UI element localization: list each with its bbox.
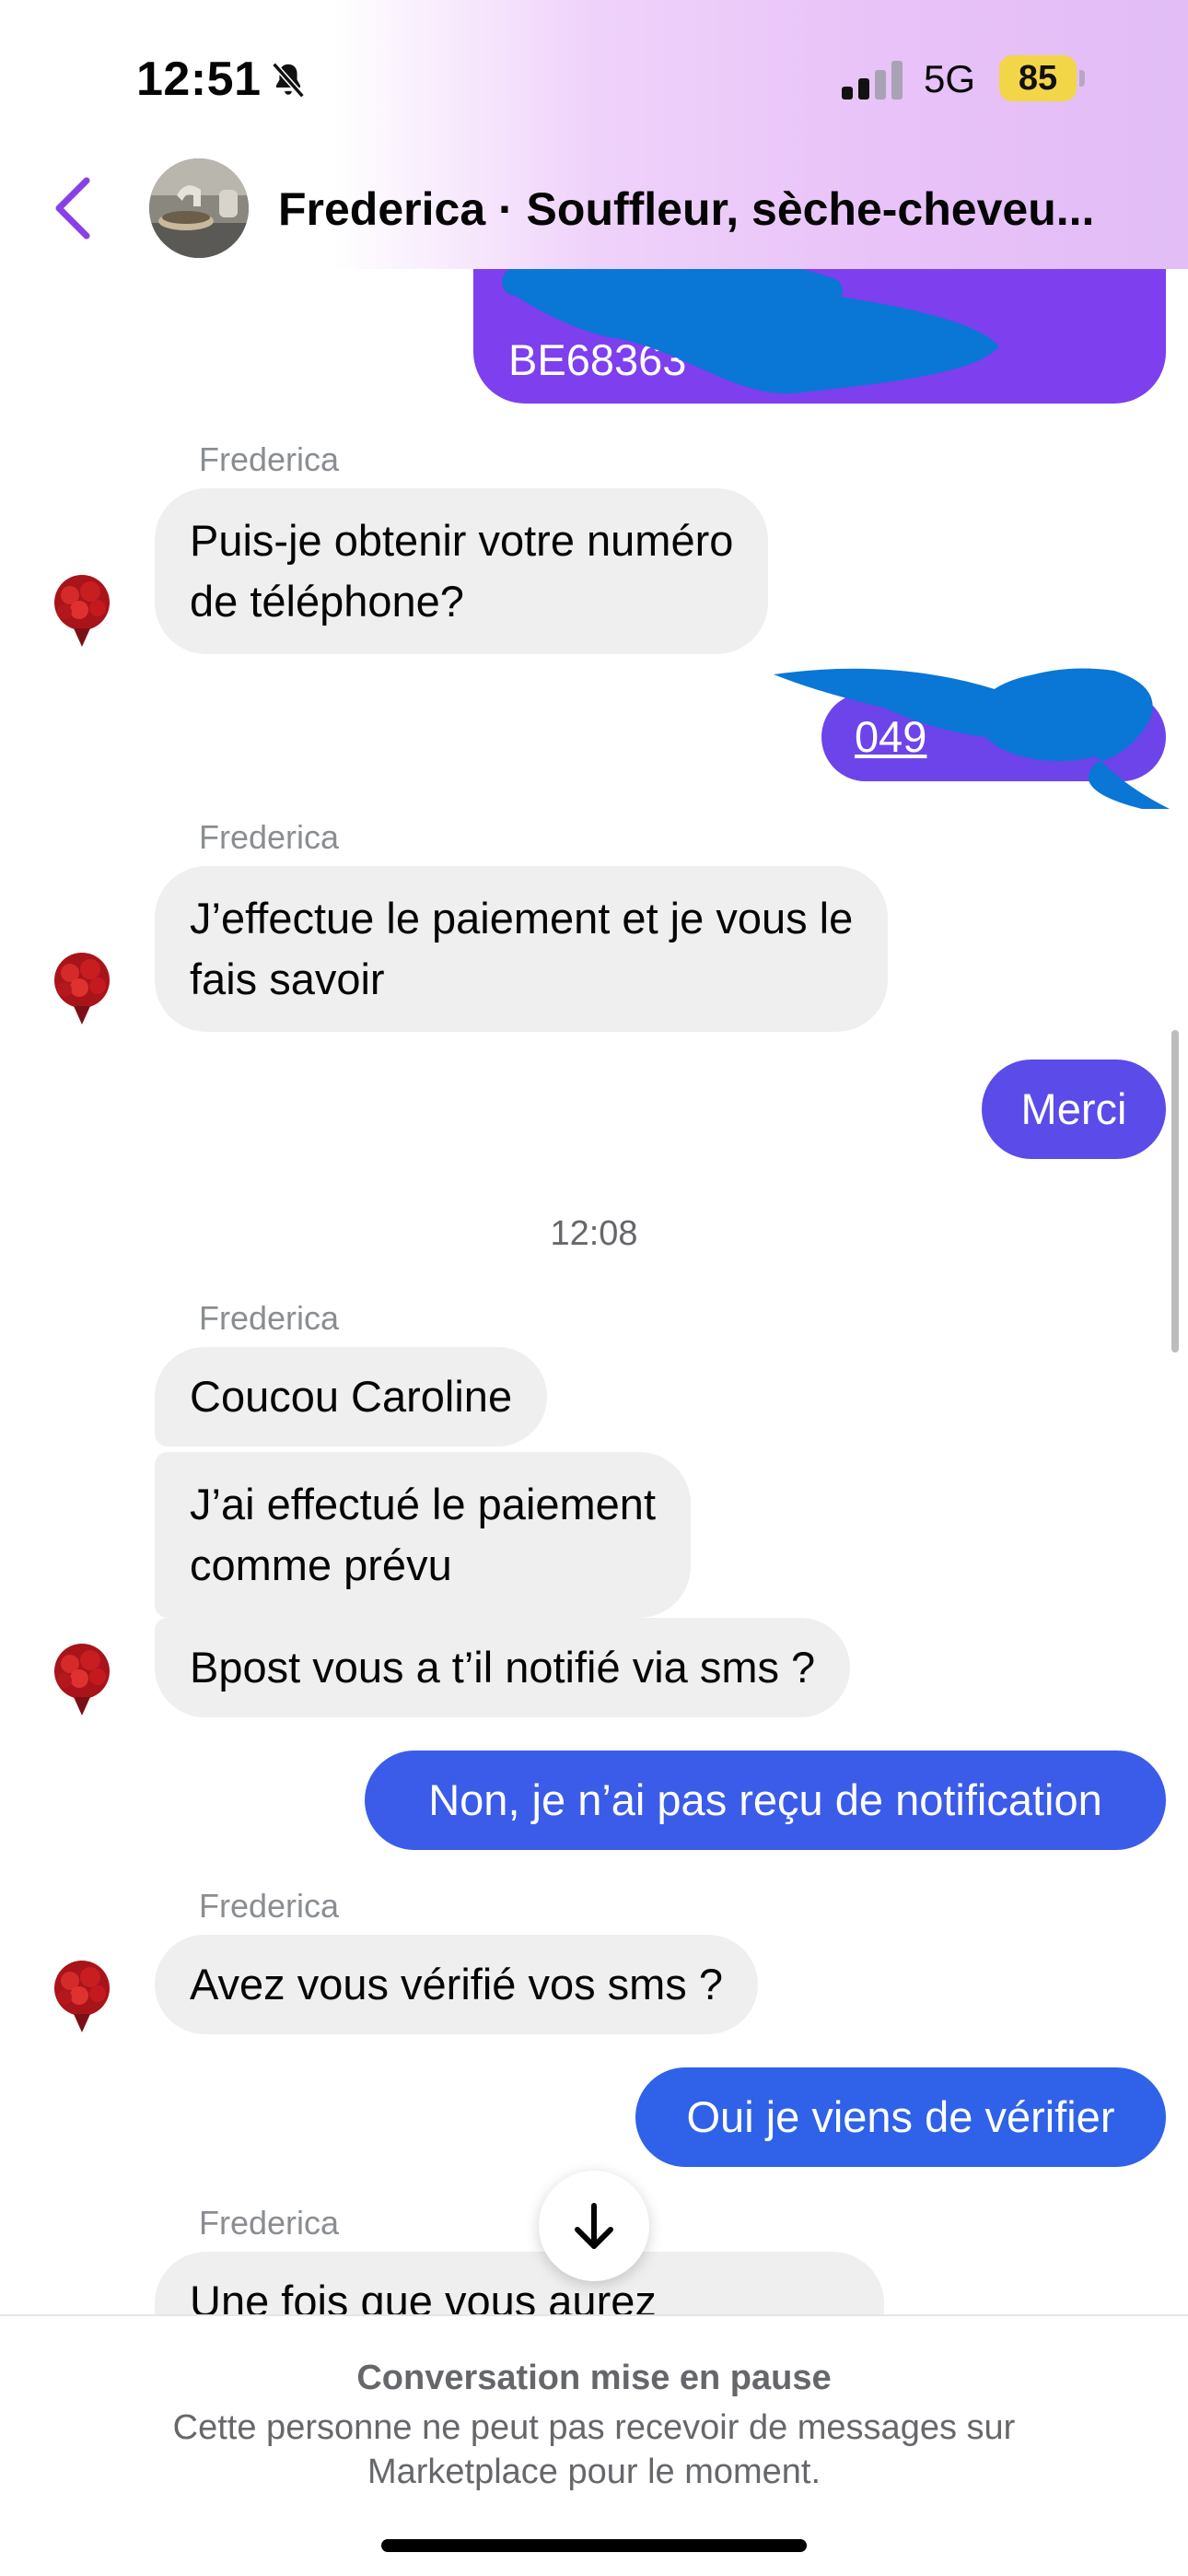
- message-text-line: de téléphone?: [190, 577, 464, 626]
- status-time: 12:51: [136, 53, 262, 106]
- rose-avatar-icon[interactable]: [42, 1955, 122, 2034]
- chevron-left-icon[interactable]: [50, 173, 96, 243]
- message-text: Merci: [1020, 1084, 1127, 1133]
- scrollbar[interactable]: [1171, 1030, 1179, 1352]
- rose-avatar-icon[interactable]: [42, 569, 122, 649]
- message-text: Oui je viens de vérifier: [686, 2092, 1115, 2141]
- sender-name: Frederica: [199, 1299, 340, 1337]
- avatar[interactable]: [149, 158, 249, 258]
- message-text: Bpost vous a t’il notifié via sms ?: [190, 1643, 816, 1692]
- rose-avatar-icon[interactable]: [42, 947, 122, 1026]
- incoming-message[interactable]: J’ai effectué le paiement comme prévu: [155, 1452, 692, 1618]
- battery-indicator: 85: [999, 55, 1077, 101]
- paused-description-line: Cette personne ne peut pas recevoir de m…: [172, 2408, 1016, 2447]
- incoming-message[interactable]: Coucou Caroline: [155, 1347, 548, 1446]
- message-text-line: comme prévu: [190, 1540, 452, 1589]
- redaction-scribble: [502, 254, 999, 394]
- message-text-line: J’effectue le paiement et je vous le: [190, 894, 854, 943]
- sender-name: Frederica: [199, 1887, 340, 1925]
- rose-avatar-icon[interactable]: [42, 1638, 122, 1717]
- paused-title: Conversation mise en pause: [356, 2359, 832, 2397]
- incoming-message[interactable]: Bpost vous a t’il notifié via sms ?: [155, 1618, 851, 1717]
- redaction-scribble: [774, 668, 1170, 809]
- timestamp-separator: 12:08: [550, 1214, 638, 1253]
- bell-slash-icon: [272, 62, 305, 99]
- sender-name: Frederica: [199, 2204, 340, 2242]
- signal-icon: [842, 61, 903, 100]
- message-text-line: Puis-je obtenir votre numéro: [190, 516, 734, 565]
- message-text: Coucou Caroline: [190, 1372, 513, 1421]
- paused-description-line: Marketplace pour le moment.: [367, 2453, 821, 2491]
- incoming-message[interactable]: Puis-je obtenir votre numéro de téléphon…: [155, 488, 769, 654]
- message-text: Non, je n’ai pas reçu de notification: [428, 1775, 1102, 1824]
- conversation-paused-banner: Conversation mise en pause Cette personn…: [0, 2314, 1188, 2576]
- top-bar: 12:51 5G 85 Frederica · Souffleur, sèche…: [0, 0, 1188, 269]
- home-indicator[interactable]: [381, 2539, 807, 2552]
- outgoing-message[interactable]: Oui je viens de vérifier: [635, 2067, 1166, 2167]
- outgoing-message[interactable]: Merci: [982, 1060, 1166, 1159]
- message-text-line: fais savoir: [190, 954, 385, 1003]
- sender-name: Frederica: [199, 818, 340, 856]
- arrow-down-icon: [575, 2203, 613, 2249]
- incoming-message[interactable]: Avez vous vérifié vos sms ?: [155, 1935, 759, 2034]
- network-label: 5G: [924, 57, 976, 100]
- sender-name: Frederica: [199, 440, 340, 478]
- outgoing-message[interactable]: Non, je n’ai pas reçu de notification: [365, 1751, 1166, 1850]
- scroll-to-bottom-button[interactable]: [539, 2171, 649, 2281]
- message-text-line: J’ai effectué le paiement: [190, 1480, 657, 1528]
- conversation-title[interactable]: Frederica · Souffleur, sèche-cheveu...: [278, 182, 1162, 236]
- incoming-message[interactable]: J’effectue le paiement et je vous le fai…: [155, 866, 889, 1032]
- message-text: Avez vous vérifié vos sms ?: [190, 1960, 724, 2008]
- paused-description: Cette personne ne peut pas recevoir de m…: [111, 2406, 1077, 2494]
- battery-cap: [1079, 70, 1085, 87]
- product-photo-icon: [149, 158, 249, 258]
